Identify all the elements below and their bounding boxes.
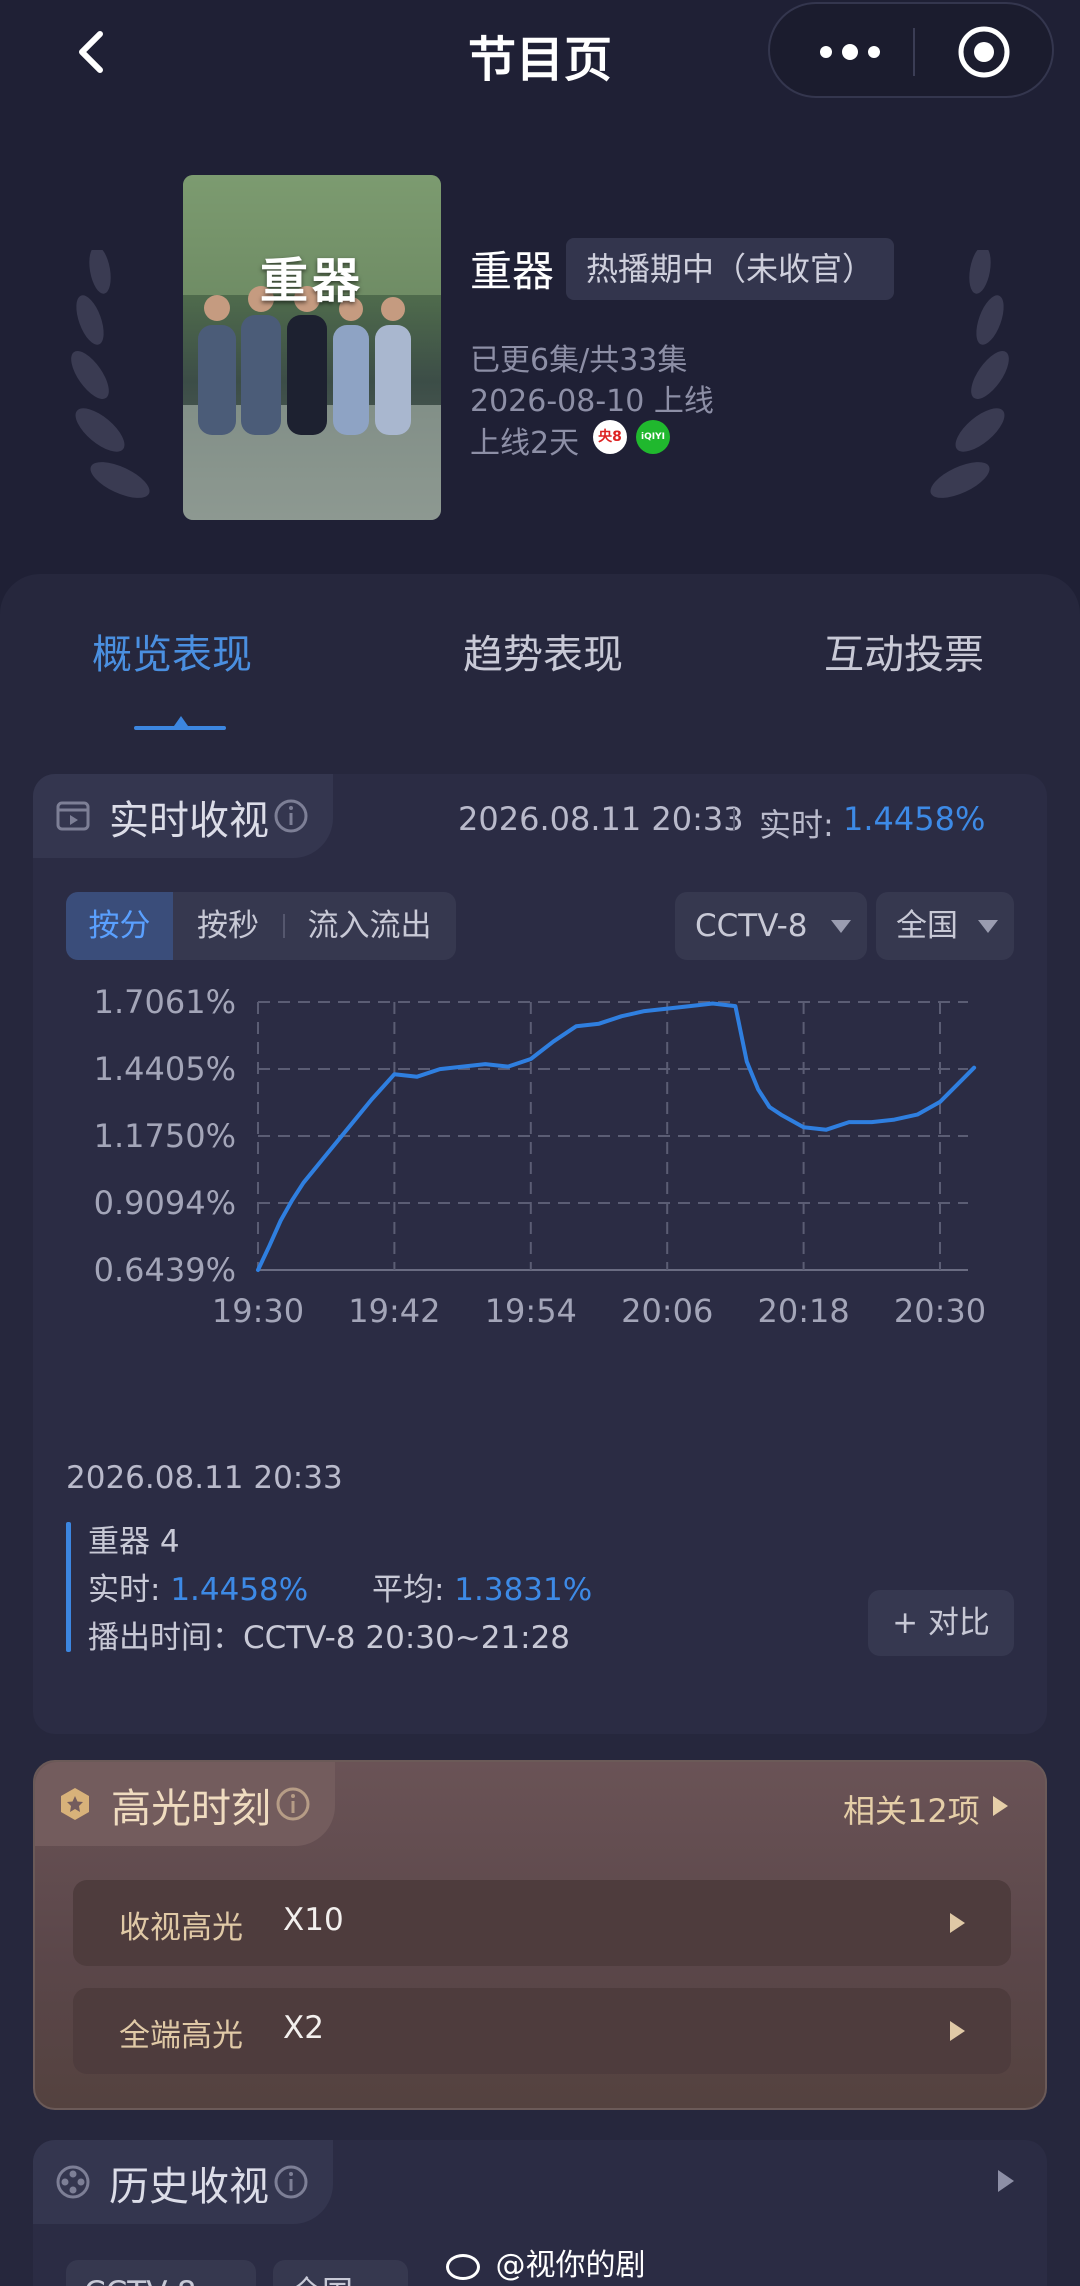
poster-image: [183, 175, 441, 520]
y-tick-label: 1.4405%: [94, 1050, 236, 1088]
weibo-icon: [446, 2253, 480, 2280]
info-icon[interactable]: [273, 2164, 309, 2200]
chevron-down-icon: [978, 920, 998, 933]
premiere-date: 2026-08-10 上线: [470, 384, 714, 419]
film-reel-icon: [56, 2165, 90, 2199]
x-tick-label: 19:54: [485, 1292, 577, 1330]
segment-per-second[interactable]: 按秒: [173, 892, 283, 960]
realtime-timestamp: 2026.08.11 20:33: [458, 800, 744, 838]
show-poster[interactable]: 重器: [183, 175, 441, 520]
play-arrow-icon[interactable]: [998, 2170, 1014, 2192]
y-tick-label: 1.7061%: [94, 983, 236, 1021]
segment-flow[interactable]: 流入流出: [283, 892, 456, 960]
detail-ratings: 实时: 1.4458% 平均: 1.3831%: [88, 1564, 592, 1609]
divider: [733, 808, 735, 830]
detail-rt-label: 实时:: [88, 1572, 161, 1608]
info-icon[interactable]: [275, 1786, 311, 1822]
weibo-watermark: @视你的剧: [446, 2240, 646, 2284]
segment-per-minute[interactable]: 按分: [66, 892, 173, 960]
star-badge-icon: [61, 1788, 89, 1820]
laurel-right-icon: [930, 250, 1009, 498]
related-link[interactable]: 相关12项: [843, 1786, 980, 1832]
granularity-toggle: 按分 按秒 流入流出: [66, 892, 456, 960]
realtime-label: 实时:: [759, 806, 834, 844]
show-name: 重器: [470, 247, 555, 296]
x-tick-label: 19:42: [348, 1292, 440, 1330]
highlight-row[interactable]: 全端高光 X2: [73, 1988, 1011, 2074]
y-tick-label: 0.6439%: [94, 1251, 236, 1289]
tab-indicator: [134, 716, 226, 730]
capsule-divider: [913, 28, 915, 76]
history-region-dropdown[interactable]: 全国: [273, 2260, 408, 2286]
region-value: 全国: [896, 908, 958, 944]
x-tick-label: 20:30: [894, 1292, 986, 1330]
tab-overview[interactable]: 概览表现: [92, 622, 252, 680]
top-bar: 节目页: [0, 0, 1080, 105]
episode-count: 已更6集/共33集: [470, 343, 688, 378]
highlight-row[interactable]: 收视高光 X10: [73, 1880, 1011, 1966]
realtime-value: 1.4458%: [843, 800, 986, 838]
y-tick-label: 0.9094%: [94, 1184, 236, 1222]
highlight-value: X10: [283, 1902, 344, 1938]
x-tick-label: 20:06: [621, 1292, 713, 1330]
laurel-left-icon: [71, 250, 150, 498]
iqiyi-icon: iQIYI: [636, 420, 670, 454]
x-tick-label: 19:30: [212, 1292, 304, 1330]
episode-label: 重器 4: [88, 1524, 180, 1560]
highlight-title: 高光时刻: [111, 1786, 271, 1832]
highlight-header: 高光时刻: [35, 1762, 335, 1846]
y-tick-label: 1.1750%: [94, 1117, 236, 1155]
tab-vote[interactable]: 互动投票: [824, 622, 984, 680]
cctv8-icon: 央8: [593, 420, 627, 454]
highlight-value: X2: [283, 2010, 324, 2046]
channel-dropdown[interactable]: CCTV-8: [675, 892, 867, 960]
history-channel-value: CCTV-8: [84, 2275, 197, 2286]
history-title: 历史收视: [109, 2164, 269, 2210]
chevron-down-icon: [831, 920, 851, 933]
realtime-header: 实时收视: [33, 774, 333, 858]
status-badge: 热播期中（未收官）: [566, 238, 895, 300]
history-region-value: 全国: [291, 2275, 353, 2286]
info-icon[interactable]: [273, 798, 309, 834]
airtime: 播出时间：CCTV-8 20:30~21:28: [88, 1620, 571, 1656]
detail-avg-value: 1.3831%: [454, 1572, 593, 1608]
history-channel-dropdown[interactable]: CCTV-8: [66, 2260, 256, 2286]
video-icon: [56, 801, 90, 831]
highlight-card: 高光时刻 相关12项 收视高光 X10 全端高光 X2: [33, 1760, 1047, 2110]
region-dropdown[interactable]: 全国: [876, 892, 1014, 960]
history-header: 历史收视: [33, 2140, 333, 2224]
main-content: 概览表现 趋势表现 互动投票 实时收视 2026.08.11 20:33 实时:…: [0, 574, 1080, 2286]
detail-rt-value: 1.4458%: [170, 1572, 309, 1608]
close-target-icon[interactable]: [956, 24, 1012, 80]
realtime-chart[interactable]: 1.7061% 1.4405% 1.1750% 0.9094% 0.6439%19:30…: [33, 974, 1047, 1444]
detail-avg-label: 平均:: [371, 1572, 445, 1608]
realtime-title: 实时收视: [109, 798, 269, 844]
play-arrow-icon: [950, 2021, 965, 2041]
poster-title: 重器: [259, 253, 364, 309]
show-header: 重器 重器 热播期中（未收官） 已更6集/共33集 2026-08-10 上线 …: [0, 110, 1080, 570]
compare-button[interactable]: + 对比: [868, 1590, 1014, 1656]
days-online: 上线2天: [470, 426, 580, 461]
play-arrow-icon: [993, 1796, 1008, 1816]
more-icon[interactable]: [810, 30, 890, 74]
mini-program-capsule: [768, 2, 1054, 98]
watermark-text: @视你的剧: [495, 2248, 646, 2283]
x-tick-label: 20:18: [757, 1292, 849, 1330]
channel-value: CCTV-8: [695, 908, 808, 944]
detail-accent-bar: [66, 1522, 71, 1652]
tab-trend[interactable]: 趋势表现: [463, 622, 623, 680]
highlight-label: 收视高光: [119, 1910, 243, 1946]
highlight-label: 全端高光: [119, 2018, 243, 2054]
realtime-card: 实时收视 2026.08.11 20:33 实时: 1.4458% 按分 按秒 …: [33, 774, 1047, 1734]
play-arrow-icon: [950, 1913, 965, 1933]
detail-timestamp: 2026.08.11 20:33: [66, 1460, 343, 1496]
